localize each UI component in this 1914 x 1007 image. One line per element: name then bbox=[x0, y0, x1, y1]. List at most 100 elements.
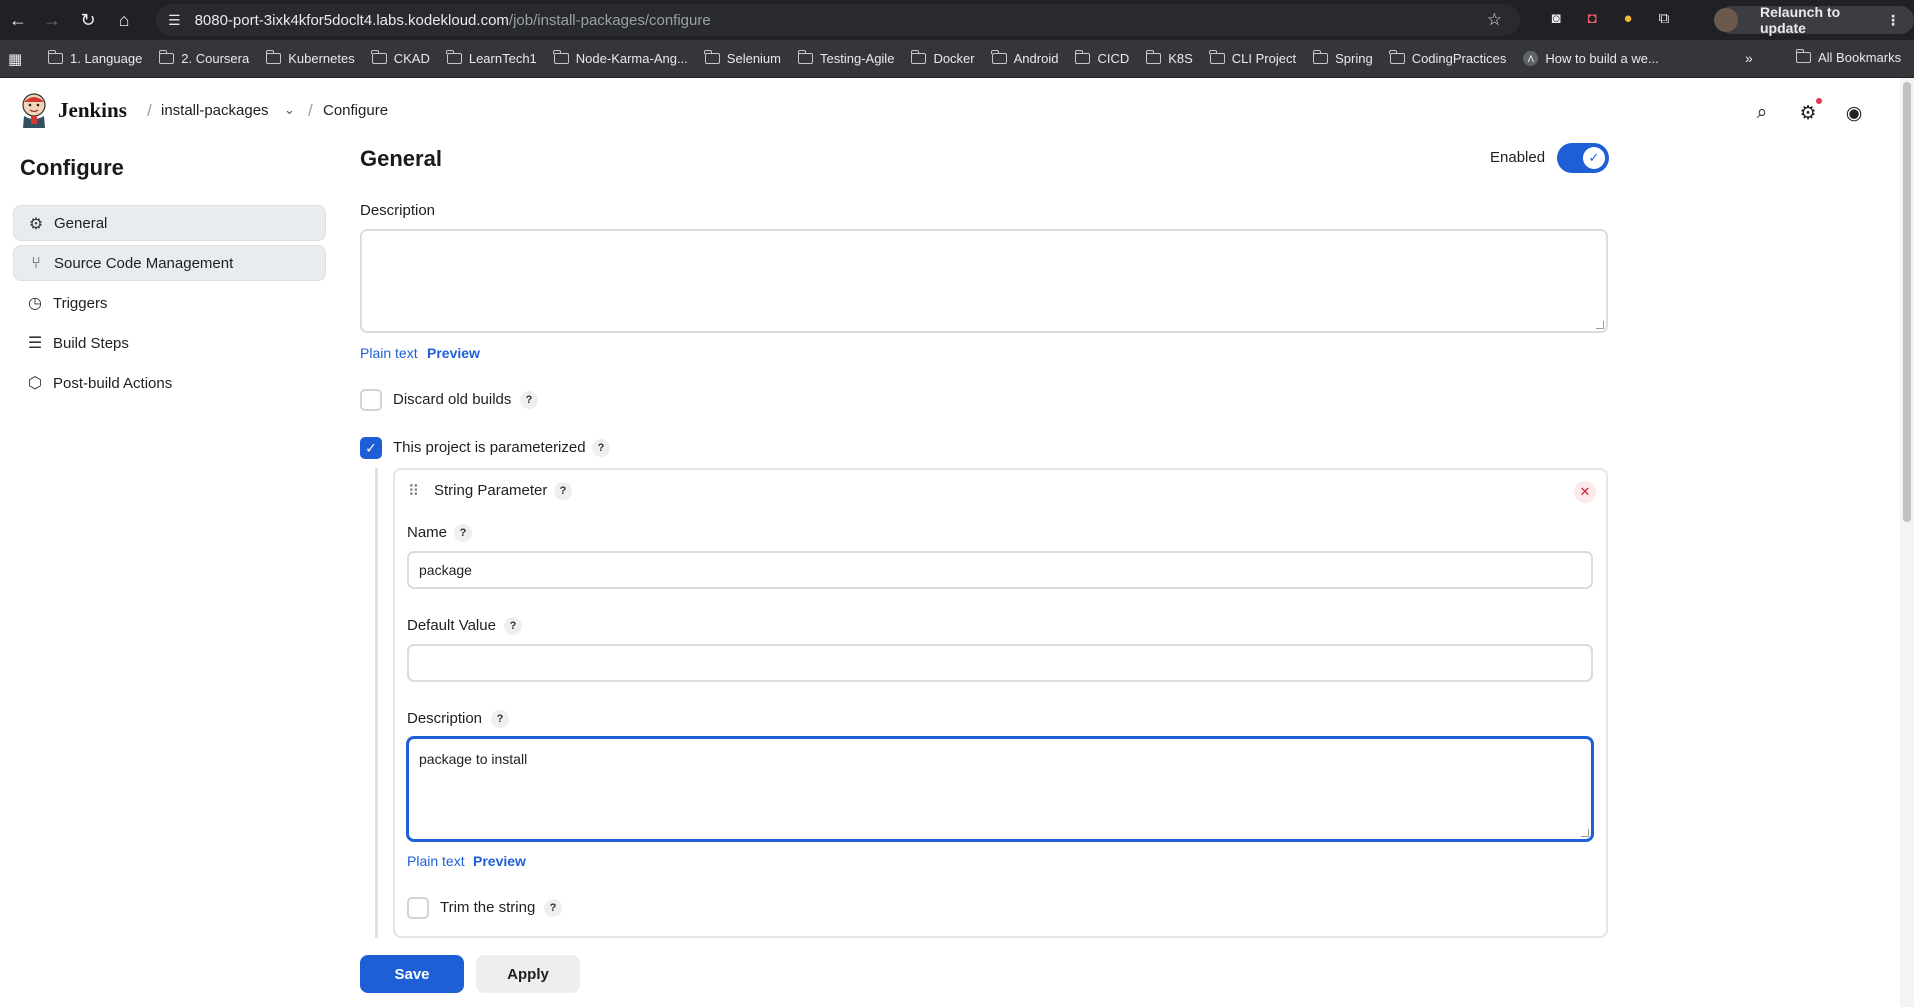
bookmark-folder[interactable]: Docker bbox=[910, 50, 975, 66]
enabled-toggle[interactable]: ✓ bbox=[1557, 143, 1609, 173]
scrollbar-thumb[interactable] bbox=[1903, 82, 1911, 522]
bookmark-folder[interactable]: CKAD bbox=[371, 50, 430, 66]
folder-icon bbox=[910, 50, 927, 64]
forward-arrow-icon[interactable]: → bbox=[36, 4, 68, 36]
sidebar-item-triggers[interactable]: ◷ Triggers bbox=[13, 285, 326, 321]
bookmark-folder[interactable]: Kubernetes bbox=[265, 50, 355, 66]
folder-icon bbox=[553, 50, 569, 64]
name-input[interactable]: package bbox=[407, 551, 1593, 589]
folder-icon bbox=[158, 50, 175, 64]
relaunch-button[interactable]: Relaunch to update ⋮ bbox=[1714, 4, 1914, 36]
jenkins-brand[interactable]: Jenkins bbox=[58, 98, 127, 123]
drag-handle-icon[interactable]: ⠿ bbox=[408, 482, 419, 500]
help-icon[interactable]: ? bbox=[554, 482, 572, 500]
user-account-icon[interactable]: ◉ bbox=[1842, 101, 1866, 125]
breadcrumb-separator: / bbox=[147, 101, 152, 120]
folder-icon bbox=[991, 50, 1007, 64]
close-icon[interactable]: ✕ bbox=[1574, 481, 1596, 503]
folder-icon bbox=[704, 50, 720, 64]
pocket-extension-icon[interactable]: ◘ bbox=[1582, 8, 1602, 28]
back-arrow-icon[interactable]: ← bbox=[2, 4, 34, 36]
help-icon[interactable]: ? bbox=[544, 899, 562, 917]
relaunch-label: Relaunch to update bbox=[1760, 4, 1841, 36]
bookmark-folder[interactable]: Android bbox=[991, 50, 1058, 66]
reload-icon[interactable]: ↻ bbox=[72, 4, 104, 36]
apply-button[interactable]: Apply bbox=[476, 955, 580, 993]
bookmark-folder[interactable]: Node-Karma-Ang... bbox=[553, 50, 688, 66]
folder-icon bbox=[1389, 50, 1405, 64]
bookmark-folder[interactable]: 1. Language bbox=[47, 50, 142, 66]
bookmark-folder[interactable]: CLI Project bbox=[1209, 50, 1296, 66]
discard-old-builds-checkbox[interactable] bbox=[360, 389, 382, 411]
url-host: 8080-port-3ixk4kfor5doclt4.labs.kodeklou… bbox=[194, 11, 509, 29]
search-icon[interactable]: ⌕ bbox=[1750, 101, 1774, 125]
bookmark-folder[interactable]: K8S bbox=[1145, 50, 1193, 66]
more-vert-icon[interactable]: ⋮ bbox=[1886, 12, 1900, 29]
sidebar-item-source-code-management[interactable]: ⑂ Source Code Management bbox=[13, 245, 326, 281]
plain-text-link[interactable]: Plain text bbox=[360, 345, 418, 361]
sidebar-item-label: General bbox=[54, 214, 108, 232]
sidebar-item-label: Build Steps bbox=[53, 334, 129, 352]
sidebar-item-general[interactable]: ⚙ General bbox=[13, 205, 326, 241]
help-icon[interactable]: ? bbox=[491, 710, 509, 728]
parameterized-checkbox[interactable]: ✓ bbox=[360, 437, 382, 459]
jenkins-logo-icon[interactable] bbox=[20, 92, 48, 128]
folder-icon bbox=[1795, 49, 1811, 63]
parameter-description-textarea[interactable]: package to install bbox=[407, 737, 1593, 841]
resize-handle[interactable] bbox=[1596, 321, 1604, 329]
bookmark-folder[interactable]: 2. Coursera bbox=[158, 50, 249, 66]
help-icon[interactable]: ? bbox=[592, 439, 610, 457]
gear-icon: ⚙ bbox=[28, 216, 44, 233]
description-label: Description bbox=[360, 202, 436, 219]
bookmark-star-icon[interactable]: ☆ bbox=[1487, 10, 1502, 30]
sidebar-title: Configure bbox=[20, 155, 124, 180]
discard-old-builds-label: Discard old builds bbox=[393, 391, 512, 408]
bookmark-folder[interactable]: CodingPractices bbox=[1389, 50, 1506, 66]
gear-icon[interactable]: ⚙ bbox=[1796, 101, 1820, 125]
sidebar-item-build-steps[interactable]: ☰ Build Steps bbox=[13, 325, 326, 361]
plain-text-link[interactable]: Plain text bbox=[407, 853, 465, 869]
apps-grid-icon[interactable]: ▦ bbox=[8, 50, 26, 68]
bookmark-folder[interactable]: CICD bbox=[1074, 50, 1129, 66]
description-textarea[interactable] bbox=[360, 229, 1608, 333]
preview-link[interactable]: Preview bbox=[473, 853, 526, 869]
all-bookmarks[interactable]: All Bookmarks bbox=[1795, 49, 1901, 65]
help-icon[interactable]: ? bbox=[454, 524, 472, 542]
camera-extension-icon[interactable]: ◙ bbox=[1546, 8, 1566, 28]
folder-icon bbox=[47, 50, 63, 64]
default-value-input[interactable] bbox=[407, 644, 1593, 682]
jenkins-header: Jenkins / install-packages ⌄ / Configure… bbox=[0, 78, 1900, 146]
cube-icon: ⬡ bbox=[28, 375, 42, 392]
color-extension-icon[interactable]: ● bbox=[1618, 8, 1638, 28]
bookmark-folder[interactable]: Testing-Agile bbox=[797, 50, 894, 66]
extensions-puzzle-icon[interactable]: ⧉ bbox=[1654, 8, 1674, 28]
bookmark-link[interactable]: Λ How to build a we... bbox=[1523, 51, 1659, 66]
help-icon[interactable]: ? bbox=[504, 617, 522, 635]
browser-toolbar: ← → ↻ ⌂ ☰ 8080-port-3ixk4kfor5doclt4.lab… bbox=[0, 0, 1914, 40]
preview-link[interactable]: Preview bbox=[427, 345, 480, 361]
chevron-down-icon[interactable]: ⌄ bbox=[284, 102, 295, 118]
save-button[interactable]: Save bbox=[360, 955, 464, 993]
site-info-icon[interactable]: ☰ bbox=[168, 12, 181, 29]
branch-icon: ⑂ bbox=[31, 255, 41, 272]
bookmark-folder[interactable]: Selenium bbox=[704, 50, 781, 66]
sidebar-item-post-build-actions[interactable]: ⬡ Post-build Actions bbox=[13, 365, 326, 401]
resize-handle[interactable] bbox=[1581, 829, 1589, 837]
breadcrumb-configure[interactable]: Configure bbox=[323, 102, 388, 119]
more-bookmarks-chevron-icon[interactable]: » bbox=[1745, 50, 1753, 66]
help-icon[interactable]: ? bbox=[520, 391, 538, 409]
breadcrumb-job[interactable]: install-packages bbox=[161, 102, 269, 119]
home-icon[interactable]: ⌂ bbox=[108, 4, 140, 36]
bookmark-folder[interactable]: Spring bbox=[1312, 50, 1373, 66]
profile-avatar[interactable] bbox=[1714, 8, 1738, 32]
string-parameter-title: String Parameter bbox=[434, 482, 548, 499]
trim-string-checkbox[interactable] bbox=[407, 897, 429, 919]
bookmark-folder[interactable]: LearnTech1 bbox=[446, 50, 537, 66]
page-scrollbar[interactable] bbox=[1900, 78, 1914, 1007]
folder-icon bbox=[1074, 50, 1091, 64]
notification-dot bbox=[1816, 98, 1822, 104]
string-parameter-panel bbox=[393, 468, 1608, 938]
check-icon: ✓ bbox=[1583, 147, 1605, 169]
parameter-description-label: Description bbox=[407, 710, 483, 727]
address-bar[interactable]: ☰ 8080-port-3ixk4kfor5doclt4.labs.kodekl… bbox=[156, 4, 1520, 36]
